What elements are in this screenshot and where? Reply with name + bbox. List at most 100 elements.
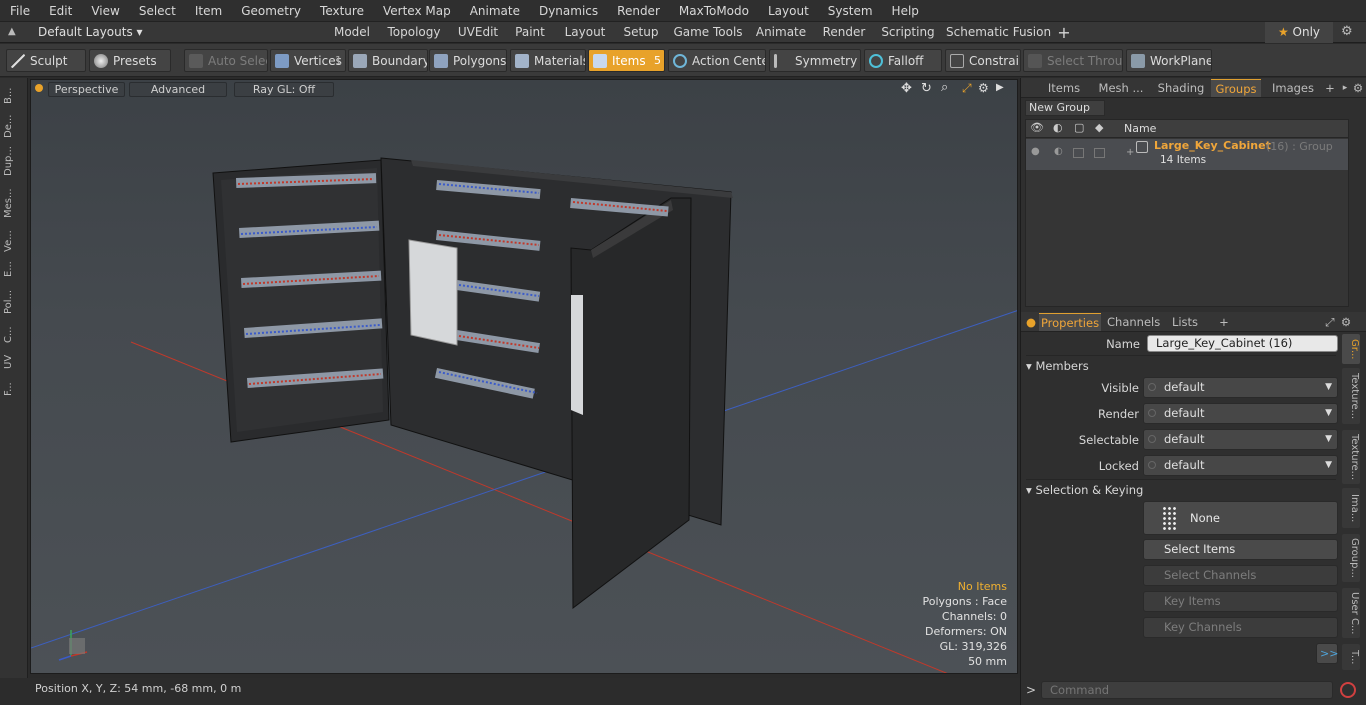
tab-schematic-fusion[interactable]: Schematic Fusion <box>946 22 1051 43</box>
row-select-box[interactable] <box>1094 148 1105 158</box>
row-eye-icon[interactable]: ● <box>1031 146 1040 157</box>
more-button[interactable]: >> <box>1316 643 1338 664</box>
props-gear-icon[interactable]: ⚙ <box>1339 313 1353 331</box>
menu-item-maxtomodo[interactable]: MaxToModo <box>669 0 758 22</box>
boundary-button[interactable]: Boundary <box>348 49 428 72</box>
tab-lists[interactable]: Lists <box>1165 313 1205 331</box>
shading-button[interactable]: Advanced <box>129 82 227 97</box>
tab-game-tools[interactable]: Game Tools <box>672 22 744 43</box>
tab-mesh[interactable]: Mesh ... <box>1093 79 1149 97</box>
tab-images[interactable]: Images <box>1265 79 1321 97</box>
tab-paint[interactable]: Paint <box>510 22 550 43</box>
add-tab-icon[interactable]: + <box>1054 22 1074 43</box>
tool-tab-6[interactable]: Pol... <box>3 284 23 319</box>
panel-menu-icon[interactable]: ▸ <box>1339 79 1351 97</box>
name-column-header[interactable]: Name <box>1124 122 1156 135</box>
none-button[interactable]: None <box>1143 501 1338 535</box>
tab-layout[interactable]: Layout <box>560 22 610 43</box>
tab-groups[interactable]: Groups <box>1211 79 1261 97</box>
select-channels-button[interactable]: Select Channels <box>1143 565 1338 586</box>
tab-scripting[interactable]: Scripting <box>878 22 938 43</box>
select-items-button[interactable]: Select Items <box>1143 539 1338 560</box>
tab-topology[interactable]: Topology <box>384 22 444 43</box>
side-tab-0[interactable]: Gr... <box>1342 334 1360 364</box>
only-button[interactable]: ★ Only <box>1265 22 1333 43</box>
polygons-button[interactable]: Polygons <box>429 49 507 72</box>
menu-item-view[interactable]: View <box>81 0 128 22</box>
rotate-view-icon[interactable]: ↻ <box>921 81 932 96</box>
tab-uvedit[interactable]: UVEdit <box>452 22 504 43</box>
layout-preset-dropdown[interactable]: Default Layouts ▾ <box>38 22 143 43</box>
menu-item-file[interactable]: File <box>0 0 39 22</box>
tab-channels[interactable]: Channels <box>1107 313 1160 331</box>
workplane-button[interactable]: WorkPlane <box>1126 49 1212 72</box>
add-props-tab-icon[interactable]: + <box>1217 313 1231 331</box>
raygl-button[interactable]: Ray GL: Off <box>234 82 334 97</box>
fit-view-icon[interactable]: ⤢ <box>962 81 972 96</box>
row-render-icon[interactable]: ◐ <box>1054 146 1063 157</box>
group-row[interactable]: ● ◐ + Large_Key_Cabinet (16) : Group 14 … <box>1026 139 1348 170</box>
menu-item-item[interactable]: Item <box>185 0 231 22</box>
viewport-expand-icon[interactable]: ▶ <box>996 82 1004 93</box>
panel-gear-icon[interactable]: ⚙ <box>1351 79 1365 97</box>
menu-item-render[interactable]: Render <box>607 0 669 22</box>
tool-tab-9[interactable]: F... <box>3 376 23 402</box>
perspective-button[interactable]: Perspective <box>48 82 125 97</box>
render-col-icon[interactable]: ◐ <box>1053 121 1063 134</box>
side-tab-1[interactable]: Texture... <box>1342 368 1360 424</box>
members-section[interactable]: ▾ Members <box>1026 355 1336 375</box>
name-field[interactable]: Large_Key_Cabinet (16) <box>1147 335 1338 352</box>
menu-item-animate[interactable]: Animate <box>460 0 529 22</box>
tab-render[interactable]: Render <box>818 22 870 43</box>
sculpt-button[interactable]: Sculpt <box>6 49 86 72</box>
constraints-button[interactable]: Constrai... <box>945 49 1021 72</box>
presets-button[interactable]: Presets <box>89 49 171 72</box>
3d-viewport[interactable]: Perspective Advanced Ray GL: Off ✥ ↻ ⌕ ⤢… <box>30 79 1018 674</box>
key-items-button[interactable]: Key Items <box>1143 591 1338 612</box>
zoom-view-icon[interactable]: ⌕ <box>941 80 948 95</box>
menu-item-edit[interactable]: Edit <box>39 0 81 22</box>
viewport-menu-dot[interactable] <box>35 84 43 92</box>
tool-tab-3[interactable]: Mes... <box>3 182 23 225</box>
menu-item-help[interactable]: Help <box>882 0 928 22</box>
props-expand-icon[interactable]: ⤢ <box>1323 313 1337 331</box>
tab-items[interactable]: Items <box>1039 79 1089 97</box>
expand-icon[interactable]: + <box>1126 147 1134 158</box>
add-panel-tab-icon[interactable]: + <box>1323 79 1337 97</box>
render-select[interactable]: default ▼ <box>1143 403 1338 424</box>
tool-tab-8[interactable]: UV <box>3 350 23 373</box>
selectable-select[interactable]: default ▼ <box>1143 429 1338 450</box>
tool-tab-5[interactable]: E... <box>3 258 23 281</box>
auto-select-button[interactable]: Auto Select <box>184 49 268 72</box>
tab-model[interactable]: Model <box>327 22 377 43</box>
menu-item-layout[interactable]: Layout <box>758 0 818 22</box>
layout-menu-icon[interactable]: ▲ <box>8 27 18 37</box>
viewport-gear-icon[interactable]: ⚙ <box>978 81 989 95</box>
side-tab-3[interactable]: Ima... <box>1342 488 1360 528</box>
menu-item-texture[interactable]: Texture <box>310 0 373 22</box>
props-menu-dot[interactable]: ● <box>1025 313 1037 331</box>
tool-tab-0[interactable]: B... <box>3 82 23 109</box>
visible-select[interactable]: default ▼ <box>1143 377 1338 398</box>
move-view-icon[interactable]: ✥ <box>901 81 912 96</box>
record-icon[interactable] <box>1340 682 1356 698</box>
tool-tab-7[interactable]: C... <box>3 322 23 347</box>
menu-item-system[interactable]: System <box>818 0 882 22</box>
key-channels-button[interactable]: Key Channels <box>1143 617 1338 638</box>
action-center-button[interactable]: Action Center <box>668 49 766 72</box>
tool-tab-2[interactable]: Dup... <box>3 144 23 179</box>
locked-select[interactable]: default ▼ <box>1143 455 1338 476</box>
row-lock-box[interactable] <box>1073 148 1084 158</box>
tab-setup[interactable]: Setup <box>618 22 664 43</box>
tab-shading[interactable]: Shading <box>1153 79 1209 97</box>
menu-item-vertex-map[interactable]: Vertex Map <box>373 0 460 22</box>
selection-keying-section[interactable]: ▾ Selection & Keying <box>1026 479 1336 499</box>
symmetry-button[interactable]: Symmetry <box>769 49 861 72</box>
select-col-icon[interactable]: ◆ <box>1095 121 1103 134</box>
vertices-button[interactable]: Vertices 1 <box>270 49 346 72</box>
lock-col-icon[interactable]: ▢ <box>1074 121 1084 134</box>
menu-item-select[interactable]: Select <box>129 0 185 22</box>
materials-button[interactable]: Materials <box>510 49 586 72</box>
side-tab-2[interactable]: Texture... <box>1342 430 1360 484</box>
side-tab-6[interactable]: T... <box>1342 644 1360 670</box>
